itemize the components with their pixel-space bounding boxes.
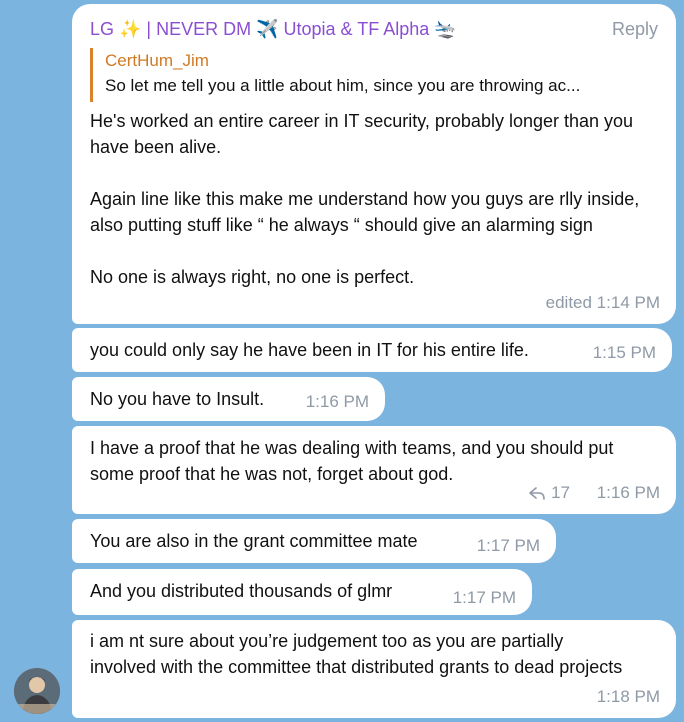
forward-arrow-icon (529, 487, 545, 500)
message-bubble[interactable]: I have a proof that he was dealing with … (72, 426, 676, 514)
message-bubble[interactable]: You are also in the grant committee mate… (72, 519, 556, 563)
sender-name[interactable]: LG ✨ | NEVER DM ✈️ Utopia & TF Alpha 🛬 (90, 16, 457, 42)
quoted-message[interactable]: CertHum_Jim So let me tell you a little … (90, 48, 660, 102)
message-text: I have a proof that he was dealing with … (90, 438, 619, 484)
quoted-text: So let me tell you a little about him, s… (105, 76, 581, 95)
forward-count[interactable]: 17 (529, 480, 570, 506)
message-time: 1:16 PM (596, 483, 660, 502)
message-time: 1:18 PM (596, 687, 660, 706)
message-text: And you distributed thousands of glmr (90, 581, 393, 601)
message-bubble[interactable]: And you distributed thousands of glmr 1:… (72, 569, 532, 615)
avatar-image (14, 668, 60, 714)
message-text: No you have to Insult. (90, 389, 265, 409)
message-time: 1:17 PM (452, 588, 516, 607)
message-bubble[interactable]: you could only say he have been in IT fo… (72, 328, 672, 372)
message-bubble[interactable]: LG ✨ | NEVER DM ✈️ Utopia & TF Alpha 🛬 R… (72, 4, 676, 324)
message-text: i am nt sure about you’re judgement too … (90, 631, 623, 677)
message-time: 1:17 PM (476, 536, 540, 555)
message-text: You are also in the grant committee mate (90, 531, 418, 551)
message-text: He's worked an entire career in IT secur… (90, 111, 640, 287)
reply-button[interactable]: Reply (612, 16, 658, 42)
message-text: you could only say he have been in IT fo… (90, 340, 529, 360)
avatar[interactable] (14, 668, 60, 714)
message-time: edited 1:14 PM (545, 293, 660, 312)
message-bubble[interactable]: i am nt sure about you’re judgement too … (72, 620, 676, 718)
message-bubble[interactable]: No you have to Insult. 1:16 PM (72, 377, 385, 421)
quoted-author: CertHum_Jim (105, 51, 209, 70)
message-time: 1:16 PM (305, 392, 369, 411)
message-time: 1:15 PM (592, 343, 656, 362)
forward-count-value: 17 (551, 483, 570, 502)
